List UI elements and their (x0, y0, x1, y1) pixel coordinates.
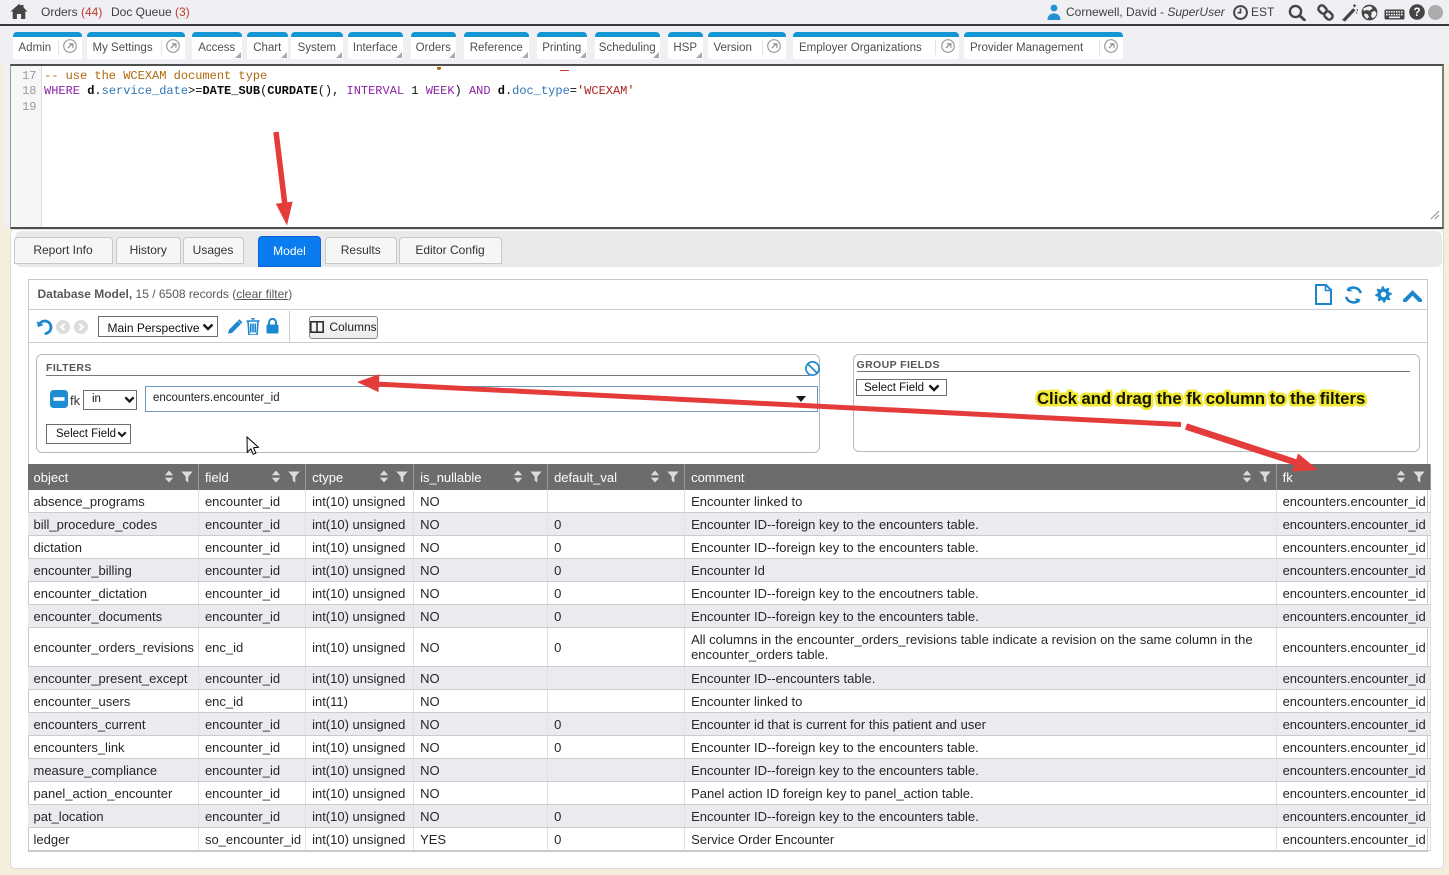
svg-text:?: ? (1413, 7, 1420, 19)
